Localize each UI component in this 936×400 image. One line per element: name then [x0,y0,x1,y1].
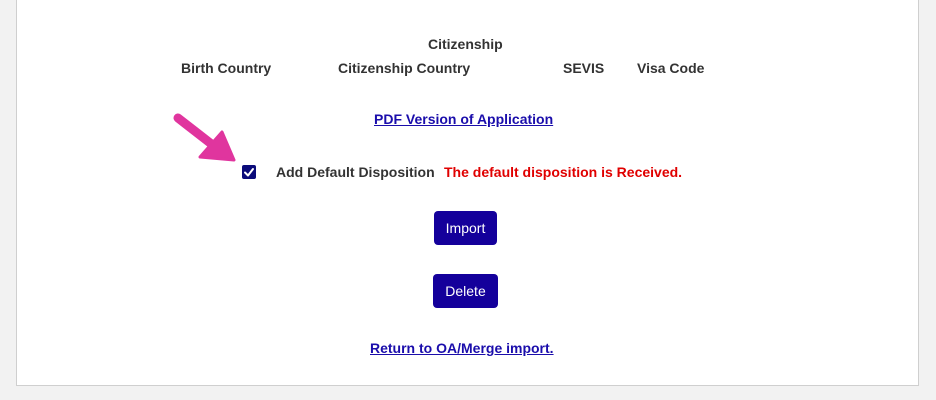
pdf-version-link[interactable]: PDF Version of Application [374,111,553,127]
column-header-citizenship-country: Citizenship Country [338,60,471,76]
return-to-import-link[interactable]: Return to OA/Merge import. [370,340,554,356]
default-disposition-message: The default disposition is Received. [444,164,683,180]
import-button[interactable]: Import [434,211,497,245]
delete-button[interactable]: Delete [433,274,498,308]
column-header-sevis: SEVIS [563,60,605,76]
column-header-citizenship-group: Citizenship [428,36,503,52]
default-disposition-label: Add Default Disposition [276,164,435,180]
column-header-birth-country: Birth Country [181,60,272,76]
checkmark-icon [244,168,254,177]
pointer-arrow-icon [170,110,240,175]
default-disposition-checkbox[interactable] [242,165,256,179]
column-header-visa-code: Visa Code [637,60,705,76]
content-panel [16,0,919,386]
